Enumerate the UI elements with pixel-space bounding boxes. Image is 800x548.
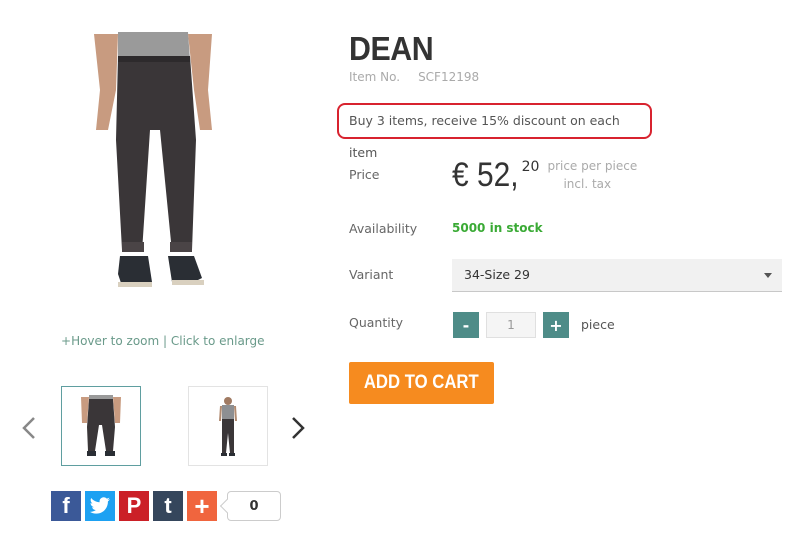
item-number: Item No. SCF12198 (349, 70, 479, 84)
thumbnail-model-full[interactable] (188, 386, 268, 466)
price-label: Price (349, 167, 380, 182)
add-to-cart-label: ADD TO CART (364, 372, 479, 393)
price-main: € 52, (452, 156, 519, 194)
facebook-share-button[interactable]: f (51, 491, 81, 521)
thumbnail-pants-front[interactable] (61, 386, 141, 466)
discount-promo-banner: Buy 3 items, receive 15% discount on eac… (337, 103, 652, 160)
availability-status: 5000 in stock (452, 221, 543, 235)
plus-icon: + (549, 315, 563, 335)
plus-icon: + (194, 490, 210, 521)
twitter-share-button[interactable] (85, 491, 115, 521)
facebook-icon: f (62, 493, 70, 518)
variant-select[interactable]: 34-Size 29 (452, 259, 782, 292)
add-to-cart-button[interactable]: ADD TO CART (349, 362, 494, 404)
thumbnail-prev-button[interactable] (20, 412, 40, 444)
chevron-right-icon (292, 417, 305, 439)
quantity-increase-button[interactable]: + (543, 312, 569, 338)
thumbnail-next-button[interactable] (288, 412, 308, 444)
quantity-label: Quantity (349, 315, 404, 330)
social-share-bar: f P t + 0 (51, 491, 281, 521)
quantity-input[interactable] (486, 312, 536, 338)
minus-icon: - (462, 315, 470, 335)
price-incl-tax: incl. tax (563, 177, 612, 191)
pinterest-share-button[interactable]: P (119, 491, 149, 521)
share-count: 0 (227, 491, 281, 521)
chevron-left-icon (22, 417, 35, 439)
item-sku: SCF12198 (418, 70, 480, 84)
price-per-piece: price per piece (547, 159, 638, 173)
twitter-bird-icon (89, 497, 110, 514)
dropdown-caret-icon (764, 273, 772, 278)
item-number-label: Item No. (349, 70, 401, 84)
zoom-plus-icon: + (61, 334, 72, 348)
quantity-decrease-button[interactable]: - (453, 312, 479, 338)
zoom-hint: +Hover to zoom | Click to enlarge (61, 334, 265, 348)
product-title: DEAN (349, 30, 434, 67)
tumblr-icon: t (164, 493, 172, 518)
quantity-unit: piece (581, 317, 615, 332)
zoom-hint-text: Hover to zoom | Click to enlarge (71, 334, 265, 348)
price-cents: 20 (521, 159, 540, 175)
variant-selected-value: 34-Size 29 (464, 267, 530, 282)
price-block: € 52, 20 price per piece incl. tax (452, 157, 637, 193)
pinterest-icon: P (126, 493, 142, 518)
availability-label: Availability (349, 221, 418, 236)
variant-label: Variant (349, 267, 394, 282)
price-note: price per piece incl. tax (547, 157, 637, 193)
tumblr-share-button[interactable]: t (153, 491, 183, 521)
more-share-button[interactable]: + (187, 491, 217, 521)
product-main-image[interactable] (60, 20, 290, 310)
